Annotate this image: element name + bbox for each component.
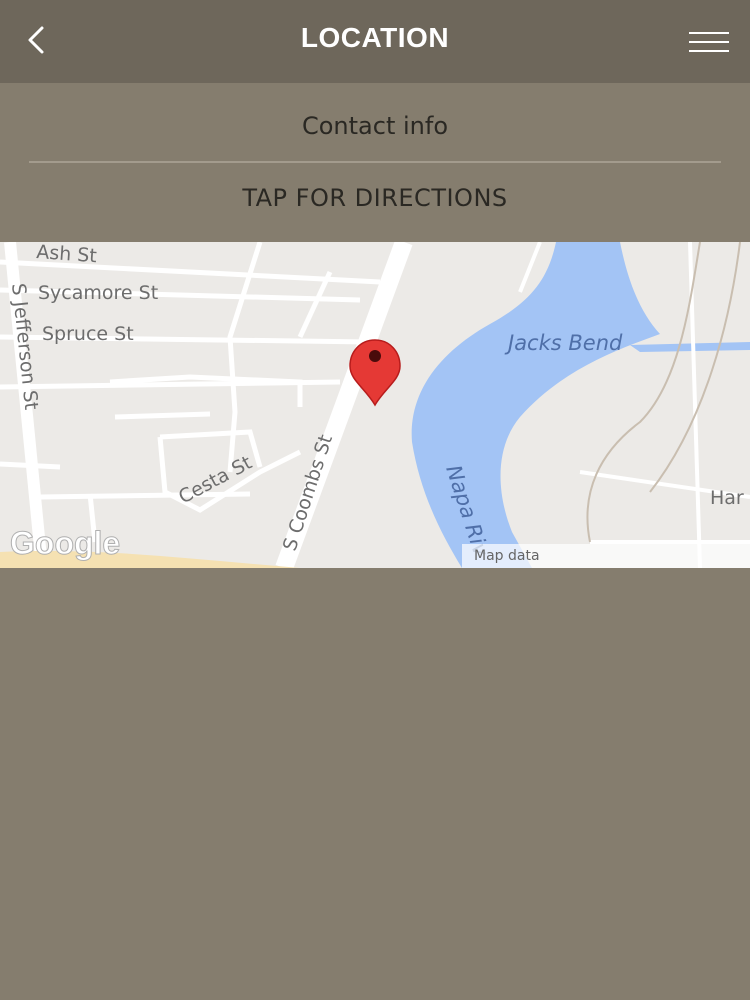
ash-st-label: Ash St xyxy=(36,242,98,267)
divider xyxy=(29,161,721,163)
sycamore-st-label: Sycamore St xyxy=(38,282,158,304)
jacks-bend-label: Jacks Bend xyxy=(504,331,623,355)
map-attribution[interactable]: Map data xyxy=(474,548,540,564)
map-view[interactable]: Ash St Sycamore St Spruce St S Jefferson… xyxy=(0,242,750,568)
contact-info-label[interactable]: Contact info xyxy=(0,100,750,152)
google-logo: Google xyxy=(10,525,120,561)
page-title: LOCATION xyxy=(300,22,450,53)
menu-button[interactable] xyxy=(682,22,736,62)
hamburger-menu-icon xyxy=(689,32,729,52)
partial-street-label: Har xyxy=(710,487,744,509)
spruce-st-label: Spruce St xyxy=(42,323,134,345)
directions-button[interactable]: TAP FOR DIRECTIONS xyxy=(0,172,750,224)
top-bar: LOCATION xyxy=(0,0,750,83)
